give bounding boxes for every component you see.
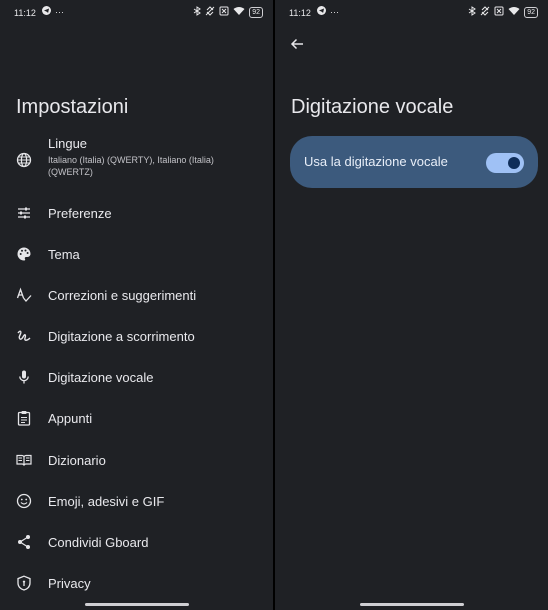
voice-typing-switch[interactable] xyxy=(486,153,524,173)
settings-item-dizionario[interactable]: Dizionario xyxy=(0,443,273,477)
settings-item-condividi[interactable]: Condividi Gboard xyxy=(0,525,273,559)
switch-knob xyxy=(508,157,520,169)
telegram-icon xyxy=(317,6,326,17)
no-sim-icon xyxy=(480,6,490,18)
clipboard-icon xyxy=(16,410,32,426)
settings-item-tema[interactable]: Tema xyxy=(0,237,273,271)
status-left-icons: ··· xyxy=(42,6,64,17)
settings-item-label: Lingue xyxy=(48,136,88,151)
bluetooth-icon xyxy=(193,6,202,18)
page-title: Impostazioni xyxy=(16,96,129,118)
settings-item-label: Condividi Gboard xyxy=(48,534,149,550)
more-dots: ··· xyxy=(55,6,64,17)
settings-item-label: Appunti xyxy=(48,410,93,426)
settings-item-label: Tema xyxy=(48,246,80,262)
wifi-icon xyxy=(233,6,245,18)
page-title: Digitazione vocale xyxy=(291,96,454,118)
split-screen: 11:12 ··· 92 Impostazioni Lingue Italian… xyxy=(0,0,548,610)
battery-indicator: 92 xyxy=(524,6,538,18)
settings-item-appunti[interactable]: Appunti xyxy=(0,401,273,435)
settings-screen: 11:12 ··· 92 Impostazioni Lingue Italian… xyxy=(0,0,273,610)
voice-typing-screen: 11:12 ··· 92 Digitazione vocale Usa la d… xyxy=(275,0,548,610)
status-left-icons: ··· xyxy=(317,6,339,17)
bluetooth-icon xyxy=(468,6,477,18)
settings-item-subtitle: Italiano (Italia) (QWERTY), Italiano (It… xyxy=(48,155,214,177)
sim-x-icon xyxy=(494,6,504,18)
settings-item-preferenze[interactable]: Preferenze xyxy=(0,196,273,230)
settings-item-label: Digitazione a scorrimento xyxy=(48,328,195,344)
palette-icon xyxy=(16,246,32,262)
spellcheck-icon xyxy=(16,287,32,303)
microphone-icon xyxy=(16,369,32,385)
gesture-navigation-bar[interactable] xyxy=(359,603,464,606)
settings-item-label: Preferenze xyxy=(48,205,112,221)
settings-item-correzioni[interactable]: Correzioni e suggerimenti xyxy=(0,278,273,312)
settings-item-privacy[interactable]: Privacy xyxy=(0,566,273,600)
no-sim-icon xyxy=(205,6,215,18)
sim-x-icon xyxy=(219,6,229,18)
status-right-icons: 92 xyxy=(468,6,538,18)
book-icon xyxy=(16,452,32,468)
globe-icon xyxy=(16,152,32,168)
status-right-icons: 92 xyxy=(193,6,263,18)
settings-item-digitazione-vocale[interactable]: Digitazione vocale xyxy=(0,360,273,394)
gesture-navigation-bar[interactable] xyxy=(84,603,189,606)
settings-item-digitazione-scorrimento[interactable]: Digitazione a scorrimento xyxy=(0,319,273,353)
back-arrow-icon[interactable] xyxy=(289,36,305,52)
settings-item-label: Digitazione vocale xyxy=(48,369,154,385)
status-bar: 11:12 ··· 92 xyxy=(275,0,548,26)
shield-icon xyxy=(16,575,32,591)
more-dots: ··· xyxy=(330,6,339,17)
status-time: 11:12 xyxy=(14,8,36,18)
gesture-icon xyxy=(16,328,32,344)
share-icon xyxy=(16,534,32,550)
wifi-icon xyxy=(508,6,520,18)
settings-item-label: Dizionario xyxy=(48,452,106,468)
status-time: 11:12 xyxy=(289,8,311,18)
settings-item-label: Correzioni e suggerimenti xyxy=(48,287,197,303)
emoji-icon xyxy=(16,493,32,509)
settings-item-label: Privacy xyxy=(48,575,91,591)
voice-typing-toggle-row[interactable]: Usa la digitazione vocale xyxy=(290,136,538,188)
sliders-icon xyxy=(16,205,32,221)
telegram-icon xyxy=(42,6,51,17)
settings-item-label: Emoji, adesivi e GIF xyxy=(48,493,165,509)
battery-indicator: 92 xyxy=(249,6,263,18)
status-bar: 11:12 ··· 92 xyxy=(0,0,273,26)
settings-item-emoji[interactable]: Emoji, adesivi e GIF xyxy=(0,484,273,518)
voice-typing-toggle-label: Usa la digitazione vocale xyxy=(304,154,448,169)
settings-item-lingue[interactable]: Lingue Italiano (Italia) (QWERTY), Itali… xyxy=(0,136,273,192)
